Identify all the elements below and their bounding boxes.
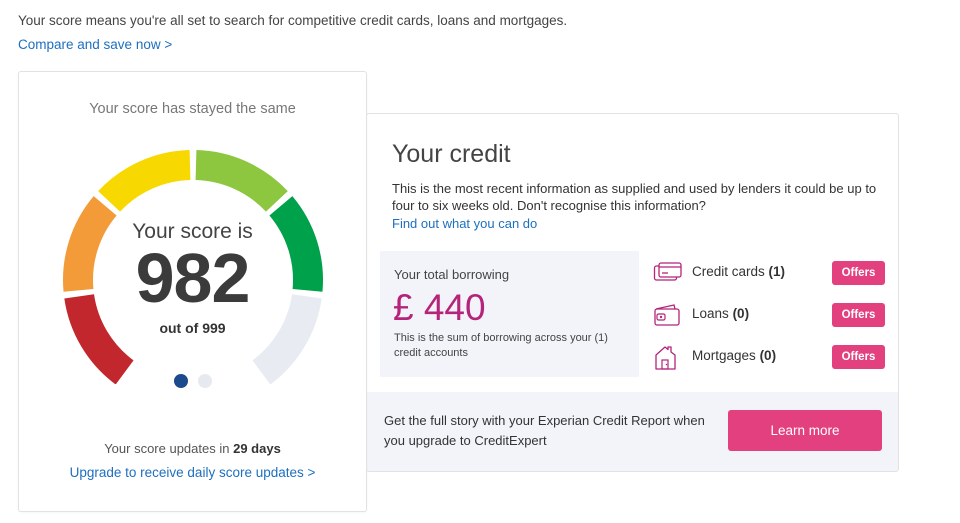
carousel-dots [19, 374, 366, 393]
account-name: Loans [692, 306, 729, 321]
learn-more-button[interactable]: Learn more [728, 410, 882, 451]
account-label: Loans (0) [692, 306, 749, 321]
total-borrowing-panel: Your total borrowing £ 440 This is the s… [380, 251, 639, 377]
score-update-days: 29 days [233, 441, 281, 456]
carousel-dot-1[interactable] [173, 374, 188, 388]
score-status: Your score has stayed the same [89, 101, 296, 117]
account-label: Mortgages (0) [692, 348, 776, 363]
carousel-dot-2[interactable] [197, 374, 212, 388]
account-row-credit-cards: Credit cards (1) Offers [653, 257, 888, 287]
account-row-loans: Loans (0) Offers [653, 299, 888, 329]
find-out-what-you-can-do-link[interactable]: Find out what you can do [392, 216, 537, 231]
wallet-icon [654, 304, 680, 326]
credit-cards-offers-button[interactable]: Offers [832, 261, 885, 285]
borrowing-label: Your total borrowing [394, 267, 510, 282]
account-label: Credit cards (1) [692, 264, 785, 279]
credit-description: This is the most recent information as s… [392, 181, 877, 213]
score-update-text: Your score updates in 29 days [19, 441, 366, 456]
credit-title: Your credit [392, 140, 511, 168]
account-count: (1) [768, 264, 786, 279]
credit-card-icon [653, 262, 682, 281]
upgrade-footer: Get the full story with your Experian Cr… [367, 392, 898, 471]
score-max: out of 999 [159, 320, 226, 336]
score-card: Your score has stayed the same Your scor… [18, 71, 367, 512]
upgrade-footer-text: Get the full story with your Experian Cr… [384, 413, 705, 448]
your-credit-card: Your credit This is the most recent info… [366, 113, 899, 472]
house-icon [655, 346, 676, 370]
borrowing-note: This is the sum of borrowing across your… [394, 332, 608, 359]
mortgages-offers-button[interactable]: Offers [832, 345, 885, 369]
account-name: Credit cards [692, 264, 765, 279]
score-update-prefix: Your score updates in [104, 441, 230, 456]
upgrade-daily-updates-link[interactable]: Upgrade to receive daily score updates > [19, 465, 366, 480]
account-name: Mortgages [692, 348, 756, 363]
gauge-segment-3 [98, 150, 191, 212]
account-count: (0) [732, 306, 750, 321]
account-row-mortgages: Mortgages (0) Offers [653, 341, 888, 371]
loans-offers-button[interactable]: Offers [832, 303, 885, 327]
account-count: (0) [759, 348, 777, 363]
score-value: 982 [135, 239, 251, 317]
compare-and-save-link[interactable]: Compare and save now > [18, 37, 172, 52]
borrowing-amount: £ 440 [393, 287, 486, 328]
gauge-segment-4 [195, 150, 288, 212]
intro-text: Your score means you're all set to searc… [18, 13, 568, 28]
